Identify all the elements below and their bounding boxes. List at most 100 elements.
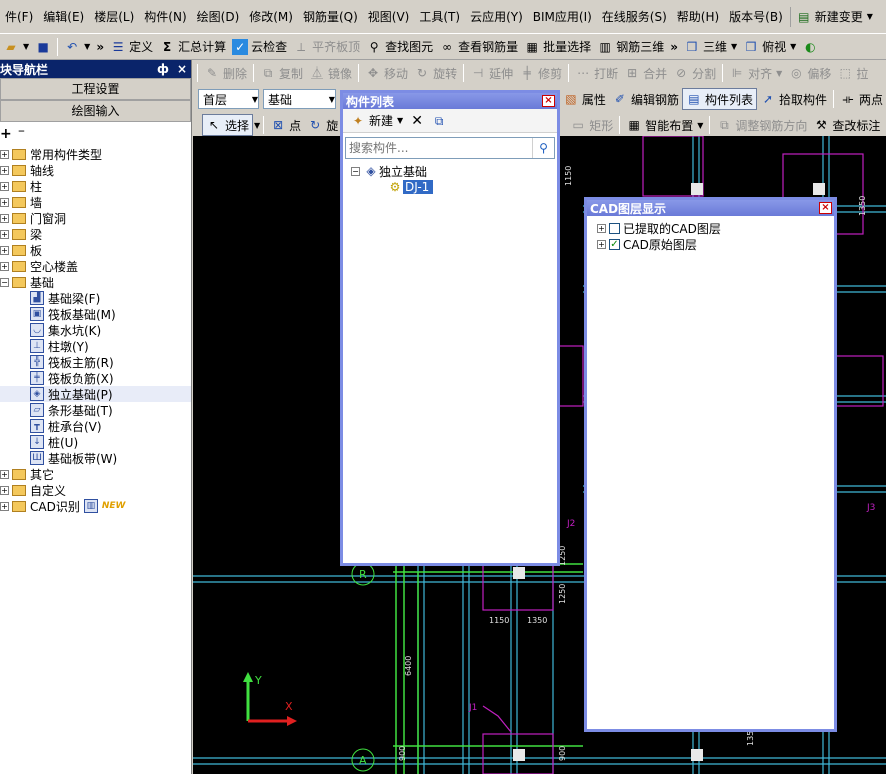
undo-button[interactable]: ↶ ▼ bbox=[61, 36, 93, 58]
move-button[interactable]: ✥ 移动 bbox=[362, 62, 411, 84]
copy-component-button[interactable]: ⧉ bbox=[428, 110, 450, 132]
search-input[interactable] bbox=[346, 138, 532, 158]
expand-icon[interactable]: + bbox=[0, 261, 9, 271]
top-view-button[interactable]: ❒ 俯视 ▼ bbox=[740, 36, 799, 58]
edit-rebar-button[interactable]: ✐ 编辑钢筋 bbox=[609, 88, 682, 110]
flush-slab-button[interactable]: ⟂ 平齐板顶 bbox=[290, 36, 363, 58]
tree-item-other[interactable]: + 其它 bbox=[0, 466, 191, 482]
tree-item-cad-recognition[interactable]: + CAD识别 ▥ NEW bbox=[0, 498, 191, 514]
tree-item-column[interactable]: + 柱 bbox=[0, 178, 191, 194]
menu-cloud[interactable]: 云应用(Y) bbox=[465, 6, 528, 28]
tree-item-foundation-beam[interactable]: ▟ 基础梁(F) bbox=[0, 290, 191, 306]
pin-icon[interactable]: ф bbox=[157, 62, 169, 76]
component-root[interactable]: − ◈ 独立基础 bbox=[351, 163, 557, 179]
expand-icon[interactable]: + bbox=[0, 149, 9, 159]
expand-icon[interactable]: + bbox=[0, 245, 9, 255]
break-button[interactable]: ⋯ 打断 bbox=[572, 62, 621, 84]
layer-original[interactable]: + ✓ CAD原始图层 bbox=[597, 236, 834, 252]
tree-item-foundation-strip[interactable]: Ш 基础板带(W) bbox=[0, 450, 191, 466]
define-button[interactable]: ☰ 定义 bbox=[107, 36, 156, 58]
two-points-button[interactable]: ⟛ 两点 bbox=[837, 88, 886, 110]
project-settings-button[interactable]: 工程设置 bbox=[0, 78, 191, 100]
rebar-3d-button[interactable]: ▥ 钢筋三维 bbox=[594, 36, 667, 58]
tree-item-beam[interactable]: + 梁 bbox=[0, 226, 191, 242]
toolbar-overflow-2[interactable]: » bbox=[667, 36, 681, 58]
category-select[interactable]: 基础 ▼ bbox=[263, 89, 336, 109]
sum-button[interactable]: Σ 汇总计算 bbox=[156, 36, 229, 58]
menu-view[interactable]: 视图(V) bbox=[363, 6, 415, 28]
expand-icon[interactable]: + bbox=[0, 469, 9, 479]
expand-icon[interactable]: + bbox=[0, 229, 9, 239]
tree-item-isolated-foundation[interactable]: ◈ 独立基础(P) bbox=[0, 386, 191, 402]
toolbar-overflow[interactable]: » bbox=[93, 36, 107, 58]
layer-original-checkbox[interactable]: ✓ bbox=[609, 238, 620, 250]
menu-component[interactable]: 构件(N) bbox=[139, 6, 191, 28]
tree-item-foundation[interactable]: − 基础 bbox=[0, 274, 191, 290]
find-element-button[interactable]: ⚲ 查找图元 bbox=[363, 36, 436, 58]
drawing-input-button[interactable]: 绘图输入 bbox=[0, 100, 191, 122]
collapse-icon[interactable]: − bbox=[0, 277, 9, 287]
floor-select[interactable]: 首层 ▼ bbox=[198, 89, 260, 109]
menu-floor[interactable]: 楼层(L) bbox=[89, 6, 139, 28]
rotate-button[interactable]: ↻ 旋转 bbox=[411, 62, 460, 84]
layer-extracted[interactable]: + 已提取的CAD图层 bbox=[597, 220, 834, 236]
close-icon[interactable]: × bbox=[542, 95, 555, 107]
mirror-button[interactable]: ⏅ 镜像 bbox=[306, 62, 355, 84]
align-button[interactable]: ⊫ 对齐 ▼ bbox=[726, 62, 785, 84]
menu-draw[interactable]: 绘图(D) bbox=[192, 6, 245, 28]
tree-item-hollow-floor[interactable]: + 空心楼盖 bbox=[0, 258, 191, 274]
chevron-down-icon[interactable]: ▼ bbox=[254, 121, 260, 130]
menu-online[interactable]: 在线服务(S) bbox=[597, 6, 672, 28]
check-label-button[interactable]: ⚒ 查改标注 bbox=[810, 114, 883, 136]
menu-bim[interactable]: BIM应用(I) bbox=[528, 6, 597, 28]
new-change-button[interactable]: ▤ 新建变更 ▼ bbox=[793, 6, 876, 28]
expand-icon[interactable]: + bbox=[0, 197, 9, 207]
tree-item-raft-foundation[interactable]: ▣ 筏板基础(M) bbox=[0, 306, 191, 322]
expand-icon[interactable]: + bbox=[0, 213, 9, 223]
expand-all-icon[interactable]: + bbox=[0, 126, 12, 142]
trim-button[interactable]: ╪ 修剪 bbox=[516, 62, 565, 84]
tree-item-column-pier[interactable]: ⊥ 柱墩(Y) bbox=[0, 338, 191, 354]
menu-tools[interactable]: 工具(T) bbox=[414, 6, 465, 28]
cloud-check-button[interactable]: ✓ 云检查 bbox=[229, 36, 290, 58]
tree-item-axis[interactable]: + 轴线 bbox=[0, 162, 191, 178]
extend-button[interactable]: ⊣ 延伸 bbox=[467, 62, 516, 84]
tree-item-pile-cap[interactable]: ┳ 桩承台(V) bbox=[0, 418, 191, 434]
expand-icon[interactable]: + bbox=[0, 501, 9, 511]
open-button[interactable]: ▰ ▼ bbox=[0, 36, 32, 58]
collapse-icon[interactable]: − bbox=[351, 166, 360, 176]
pick-component-button[interactable]: ➚ 拾取构件 bbox=[757, 88, 830, 110]
batch-select-button[interactable]: ▦ 批量选择 bbox=[521, 36, 594, 58]
copy-button[interactable]: ⧉ 复制 bbox=[257, 62, 306, 84]
expand-icon[interactable]: + bbox=[597, 223, 606, 233]
delete-button[interactable]: ✎ 删除 bbox=[201, 62, 250, 84]
menu-rebar-quantity[interactable]: 钢筋量(Q) bbox=[298, 6, 363, 28]
save-button[interactable]: ■ bbox=[32, 36, 54, 58]
expand-icon[interactable]: + bbox=[597, 239, 606, 249]
view-rebar-button[interactable]: ∞ 查看钢筋量 bbox=[436, 36, 521, 58]
merge-button[interactable]: ⊞ 合并 bbox=[621, 62, 670, 84]
tree-item-raft-negative-rebar[interactable]: ╪ 筏板负筋(X) bbox=[0, 370, 191, 386]
view-3d-button[interactable]: ❒ 三维 ▼ bbox=[681, 36, 740, 58]
menu-modify[interactable]: 修改(M) bbox=[244, 6, 298, 28]
tree-item-common[interactable]: + 常用构件类型 bbox=[0, 146, 191, 162]
close-icon[interactable]: × bbox=[177, 62, 187, 76]
tree-item-openings[interactable]: + 门窗洞 bbox=[0, 210, 191, 226]
extra-tool-button[interactable]: ◐ bbox=[799, 36, 821, 58]
menu-version[interactable]: 版本号(B) bbox=[724, 6, 788, 28]
tree-item-custom[interactable]: + 自定义 bbox=[0, 482, 191, 498]
menu-help[interactable]: 帮助(H) bbox=[672, 6, 724, 28]
close-icon[interactable]: × bbox=[819, 202, 832, 214]
tree-item-raft-main-rebar[interactable]: ╬ 筏板主筋(R) bbox=[0, 354, 191, 370]
point-button[interactable]: ⊠ 点 bbox=[267, 114, 304, 136]
split-button[interactable]: ⊘ 分割 bbox=[670, 62, 719, 84]
select-button[interactable]: ↖ 选择 bbox=[202, 114, 254, 136]
expand-icon[interactable]: + bbox=[0, 181, 9, 191]
tree-item-wall[interactable]: + 墙 bbox=[0, 194, 191, 210]
tree-item-sump[interactable]: ◡ 集水坑(K) bbox=[0, 322, 191, 338]
menu-file[interactable]: 件(F) bbox=[0, 6, 38, 28]
rotate-point-button[interactable]: ↻ 旋 bbox=[304, 114, 341, 136]
component-item[interactable]: ⚙ DJ-1 bbox=[351, 179, 557, 195]
rectangle-button[interactable]: ▭ 矩形 bbox=[567, 114, 616, 136]
tree-item-pile[interactable]: ↓ 桩(U) bbox=[0, 434, 191, 450]
